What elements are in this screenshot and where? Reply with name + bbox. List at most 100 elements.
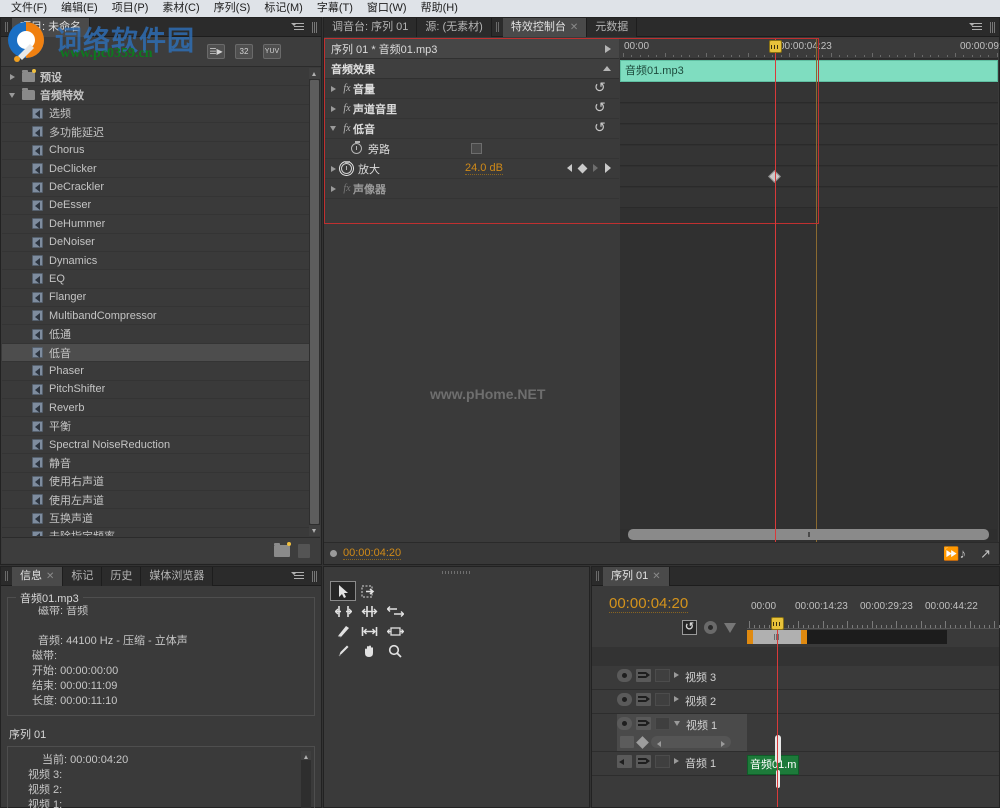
effect-list-item[interactable]: DeClicker (2, 160, 320, 179)
effect-list-item[interactable]: DeEsser (2, 197, 320, 216)
effect-list-item[interactable]: 多功能延迟 (2, 123, 320, 142)
menu-item-marker[interactable]: 标记(M) (257, 0, 310, 17)
eye-icon[interactable] (617, 669, 632, 682)
effect-list-item[interactable]: DeHummer (2, 215, 320, 234)
keyframe-diamond-icon[interactable] (636, 735, 649, 749)
menu-item-clip[interactable]: 素材(C) (155, 0, 206, 17)
twisty-right-icon[interactable] (6, 73, 18, 80)
effect-track-volume[interactable] (620, 83, 998, 103)
effect-timeline-ruler[interactable]: 00:00 00:00:04:23 00:00:09:23 (620, 39, 1000, 59)
slide-tool[interactable] (382, 621, 408, 641)
tab-project[interactable]: 项目: 未命名 (12, 17, 91, 37)
bypass-checkbox[interactable] (471, 143, 482, 154)
scrollbar-thumb[interactable] (310, 80, 319, 524)
effect-list-item[interactable]: 去除指定频率 (2, 528, 320, 536)
effect-track-channel-volume[interactable] (620, 104, 998, 124)
timeline-panel-grip-icon[interactable] (594, 569, 601, 583)
scroll-up-icon[interactable] (309, 68, 320, 79)
effect-controls-menu-icon[interactable] (969, 22, 983, 33)
effect-track-bass[interactable] (620, 125, 998, 145)
effect-list-item[interactable]: DeNoiser (2, 234, 320, 252)
panel-drag-icon[interactable] (310, 21, 318, 34)
effect-clip-title-bar[interactable]: 序列 01 * 音频01.mp3 (325, 39, 619, 59)
output-toggle-icon[interactable] (636, 693, 651, 706)
timeline-track-video1[interactable]: 视频 1 (592, 714, 999, 752)
menu-item-sequence[interactable]: 序列(S) (207, 0, 258, 17)
pen-tool[interactable] (330, 641, 356, 661)
boost-value[interactable]: 24.0 dB (465, 162, 503, 175)
param-row-panner[interactable]: fx 声像器 (325, 179, 619, 199)
effect-list-item[interactable]: Spectral NoiseReduction (2, 436, 320, 455)
close-icon[interactable]: ✕ (46, 567, 54, 586)
effect-playhead[interactable] (769, 39, 782, 542)
param-row-volume[interactable]: fx 音量 (325, 79, 619, 99)
effect-list-item[interactable]: DeCrackler (2, 178, 320, 197)
panel-menu-icon[interactable] (291, 22, 305, 33)
effect-list-item[interactable]: 低通 (2, 325, 320, 344)
panel-grip-icon[interactable] (3, 20, 10, 34)
lock-toggle-icon[interactable] (655, 669, 670, 682)
reset-icon[interactable] (594, 120, 607, 136)
play-audio-icon[interactable]: ⏩♪ (943, 546, 966, 562)
menu-item-help[interactable]: 帮助(H) (414, 0, 465, 17)
export-icon[interactable]: ↗ (980, 546, 991, 562)
effect-list-item[interactable]: 低音 (2, 343, 320, 363)
razor-tool[interactable] (330, 621, 356, 641)
close-icon[interactable]: ✕ (570, 18, 578, 37)
reset-icon[interactable] (594, 80, 607, 96)
track-header-audio1[interactable]: 音频 1 (617, 752, 747, 775)
effect-list-item[interactable]: MultibandCompressor (2, 307, 320, 326)
effect-track-boost[interactable] (620, 167, 998, 187)
effect-list-item[interactable]: 预设 (2, 68, 320, 87)
effect-list-item[interactable]: Flanger (2, 289, 320, 308)
next-keyframe-icon[interactable] (593, 164, 598, 172)
menu-item-edit[interactable]: 编辑(E) (54, 0, 105, 17)
twisty-right-icon[interactable] (325, 85, 341, 92)
track-content-video1[interactable] (747, 714, 999, 751)
tab-metadata[interactable]: 元数据 (587, 17, 638, 37)
twisty-right-icon[interactable] (325, 185, 341, 192)
effect-list-item[interactable]: Reverb (2, 399, 320, 418)
timeline-track-video3[interactable]: 视频 3 (592, 666, 999, 690)
lock-toggle-icon[interactable] (655, 755, 670, 768)
record-dot-icon[interactable] (330, 550, 337, 557)
color-space-icon[interactable]: YUV (263, 44, 281, 59)
close-icon[interactable]: ✕ (652, 567, 660, 586)
tab-info[interactable]: 信息 ✕ (12, 566, 64, 586)
tab-effect-controls[interactable]: 特效控制台 ✕ (502, 17, 588, 37)
hand-tool[interactable] (356, 641, 382, 661)
tab-markers[interactable]: 标记 (63, 566, 103, 586)
param-row-bass[interactable]: fx 低音 (325, 119, 619, 139)
linked-selection-icon[interactable] (704, 621, 717, 634)
effect-controls-tab-grip-icon[interactable] (494, 20, 501, 34)
rate-stretch-tool[interactable] (382, 601, 408, 621)
chevron-right-icon[interactable] (605, 45, 611, 53)
tab-history[interactable]: 历史 (102, 566, 142, 586)
track-header-video2[interactable]: 视频 2 (617, 690, 747, 713)
timeline-track-audio1[interactable]: 音频 1 音频01.m (592, 752, 999, 776)
timeline-playhead[interactable] (777, 630, 778, 807)
track-select-tool[interactable] (356, 581, 382, 601)
reset-icon[interactable] (594, 100, 607, 116)
scroll-down-icon[interactable] (309, 525, 320, 536)
track-content-audio1[interactable]: 音频01.m (747, 752, 999, 775)
scroll-up-icon[interactable] (301, 751, 311, 760)
effect-list-item[interactable]: Dynamics (2, 252, 320, 271)
timeline-current-timecode[interactable]: 00:00:04:20 (609, 595, 689, 613)
keyframe-navigator[interactable] (651, 736, 731, 748)
effect-list-item[interactable]: 互换声道 (2, 509, 320, 528)
playhead-handle-icon[interactable] (769, 40, 782, 53)
trash-icon[interactable] (298, 543, 310, 558)
output-toggle-icon[interactable] (636, 755, 651, 768)
eye-icon[interactable] (617, 693, 632, 706)
menu-item-window[interactable]: 窗口(W) (360, 0, 414, 17)
param-row-channel-volume[interactable]: fx 声道音里 (325, 99, 619, 119)
effect-list-item[interactable]: 平衡 (2, 417, 320, 436)
track-content-video2[interactable] (747, 690, 999, 713)
lock-toggle-icon[interactable] (655, 717, 670, 730)
tab-source[interactable]: 源: (无素材) (417, 17, 492, 37)
effects-scrollbar[interactable] (309, 68, 320, 536)
effects-list[interactable]: 预设 音频特效 选频 多功能延迟 Chorus DeClicker DeCrackler De… (2, 68, 320, 536)
new-bin-icon[interactable] (274, 541, 291, 557)
chevron-up-icon[interactable] (603, 66, 611, 71)
